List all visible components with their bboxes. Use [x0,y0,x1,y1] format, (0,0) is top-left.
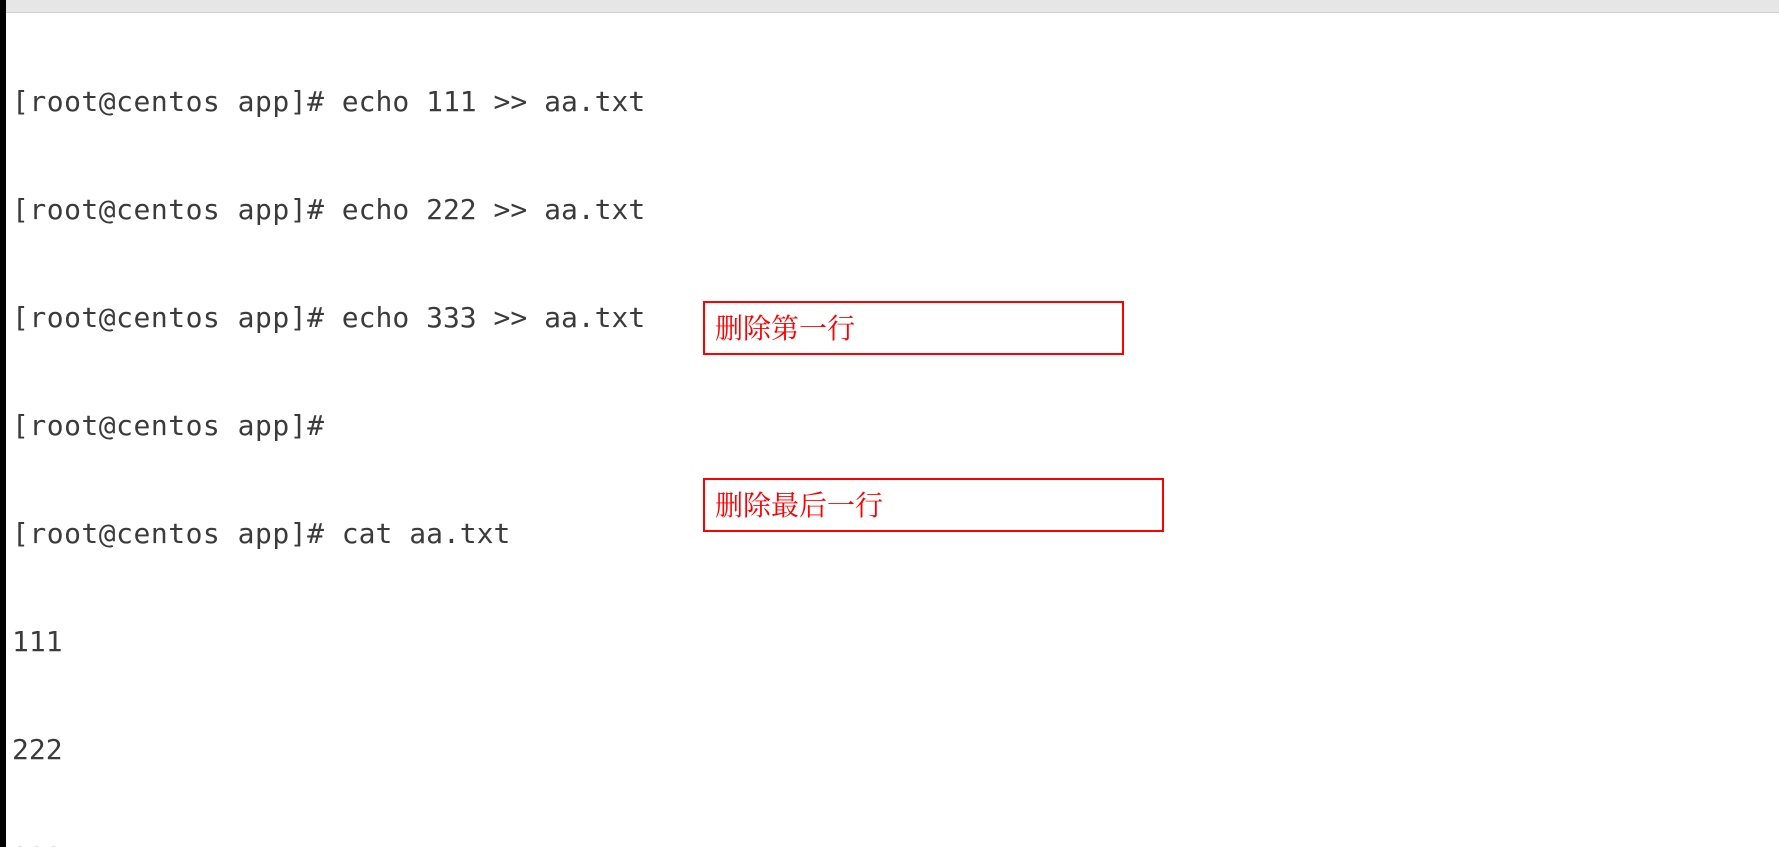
output-text: 111 [12,625,63,658]
terminal-line: [root@centos app]# echo 111 >> aa.txt [12,84,1779,120]
prompt: [root@centos app]# [12,517,342,550]
command-text: echo 333 >> aa.txt [342,301,645,334]
output-text: 222 [12,733,63,766]
command-text: cat aa.txt [342,517,511,550]
terminal-line: 333 [12,840,1779,847]
prompt: [root@centos app]# [12,301,342,334]
annotation-delete-last-line: 删除最后一行 [703,478,1164,532]
terminal-output[interactable]: [root@centos app]# echo 111 >> aa.txt [r… [12,12,1779,847]
command-text: echo 111 >> aa.txt [342,85,645,118]
prompt: [root@centos app]# [12,193,342,226]
terminal-line: [root@centos app]# echo 222 >> aa.txt [12,192,1779,228]
terminal-line: 111 [12,624,1779,660]
command-text: echo 222 >> aa.txt [342,193,645,226]
terminal-line: [root@centos app]# [12,408,1779,444]
output-text: 333 [12,841,63,847]
terminal-line: 222 [12,732,1779,768]
annotation-text: 删除最后一行 [715,484,883,524]
prompt: [root@centos app]# [12,85,342,118]
left-black-bar [0,0,6,847]
annotation-delete-first-line: 删除第一行 [703,301,1124,355]
prompt: [root@centos app]# [12,409,342,442]
annotation-text: 删除第一行 [715,307,855,347]
